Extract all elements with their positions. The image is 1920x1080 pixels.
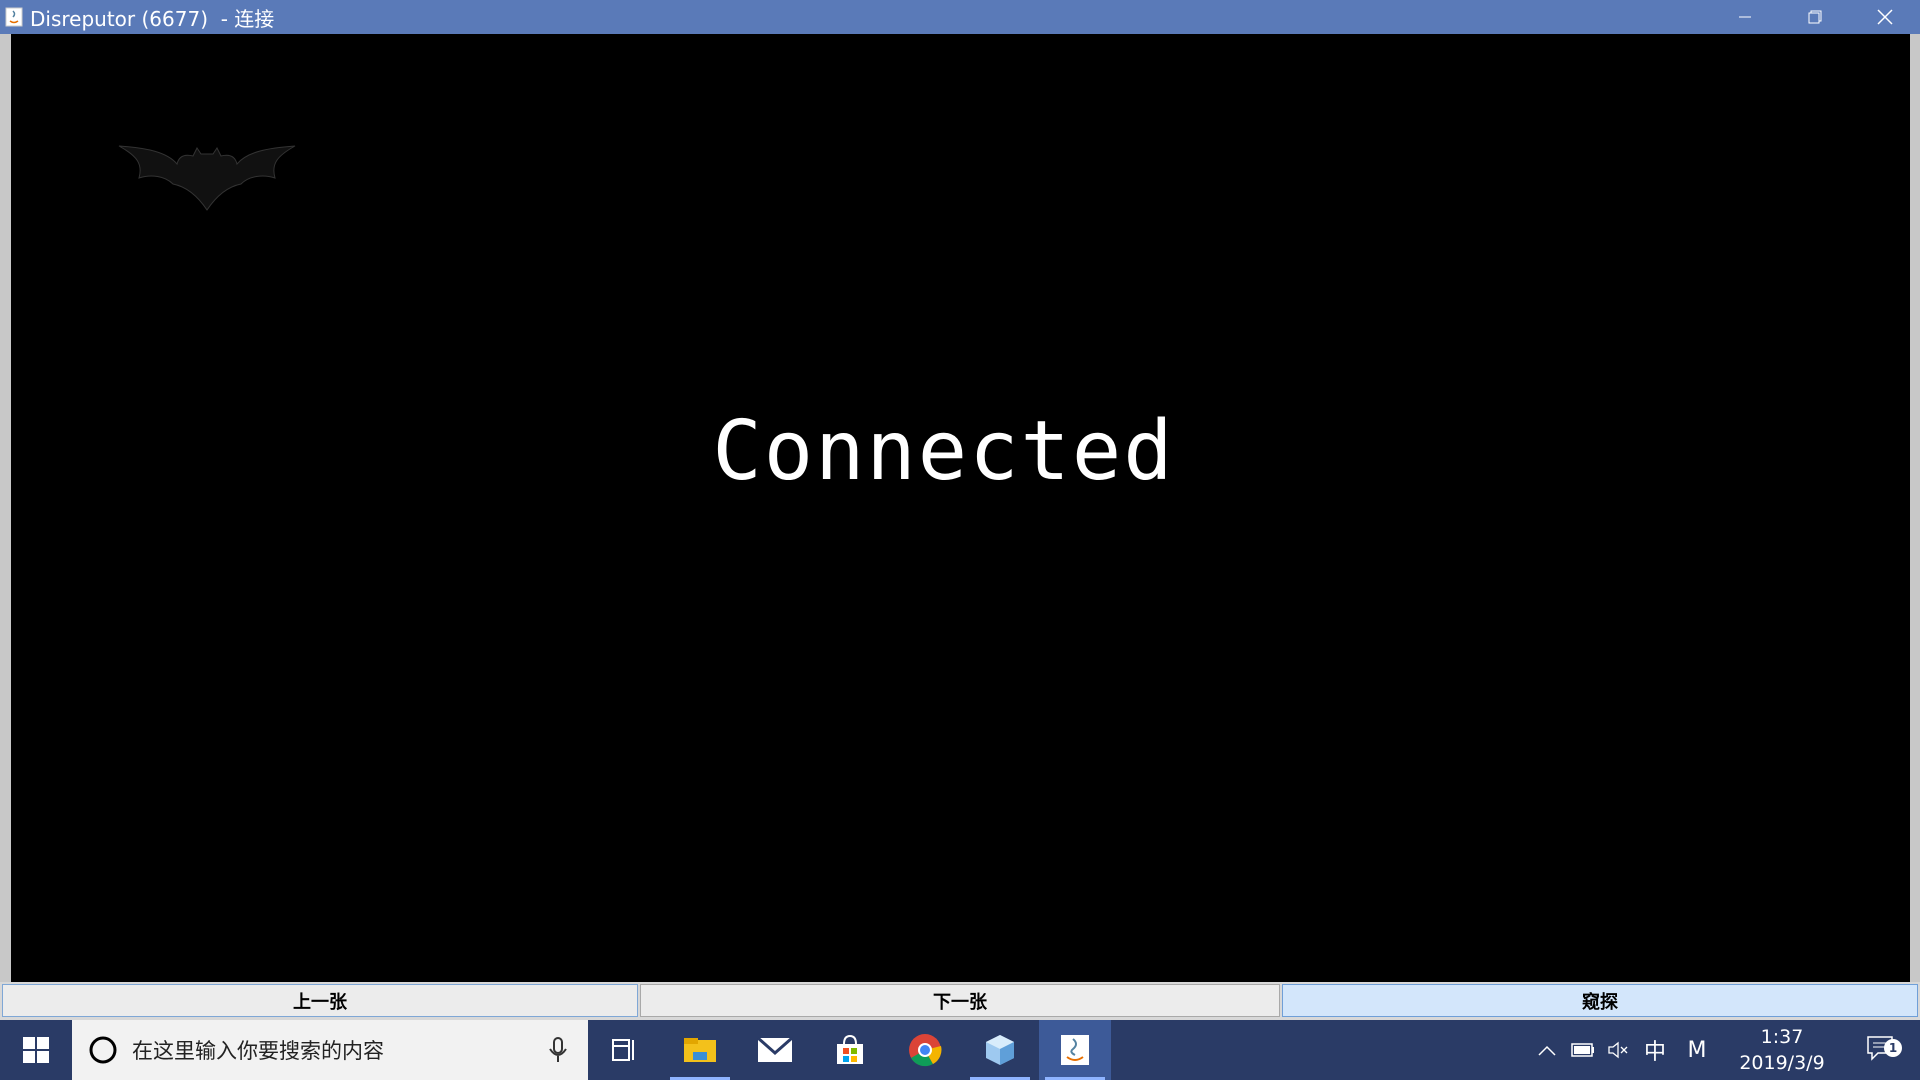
chrome-button[interactable] — [889, 1020, 961, 1080]
battery-icon — [1571, 1043, 1594, 1057]
previous-button[interactable]: 上一张 — [2, 984, 638, 1017]
window-border-left — [0, 34, 11, 982]
restore-icon — [1808, 10, 1822, 24]
mail-icon — [757, 1037, 793, 1062]
window-title: Disreputor (6677) - 连接 — [30, 6, 275, 31]
file-explorer-button[interactable] — [664, 1020, 736, 1080]
ime-language[interactable]: 中 — [1640, 1020, 1670, 1080]
minimize-icon — [1739, 16, 1751, 18]
next-button[interactable]: 下一张 — [640, 984, 1280, 1017]
bat-logo — [118, 145, 296, 211]
mail-button[interactable] — [739, 1020, 811, 1080]
store-button[interactable] — [814, 1020, 886, 1080]
ime-mode[interactable]: M — [1682, 1020, 1712, 1080]
microphone-icon[interactable] — [546, 1035, 570, 1065]
title-bar[interactable]: Disreputor (6677) - 连接 — [0, 0, 1920, 34]
task-view-icon — [612, 1039, 634, 1061]
start-button[interactable] — [0, 1020, 72, 1080]
3d-app-button[interactable] — [964, 1020, 1036, 1080]
volume-button[interactable] — [1604, 1020, 1634, 1080]
show-hidden-icons-button[interactable] — [1532, 1020, 1562, 1080]
remote-screen-canvas[interactable]: Connected — [11, 34, 1910, 982]
taskbar: 在这里输入你要搜索的内容 中 M 1:37 2019/3/9 1 — [0, 1020, 1920, 1080]
clock-time: 1:37 — [1760, 1026, 1804, 1048]
close-button[interactable] — [1850, 0, 1920, 34]
volume-muted-icon — [1608, 1041, 1628, 1059]
window-border-right — [1910, 34, 1920, 982]
notification-count-badge: 1 — [1884, 1039, 1902, 1057]
cortana-icon — [88, 1035, 118, 1065]
chevron-up-icon — [1538, 1045, 1556, 1056]
minimize-button[interactable] — [1710, 0, 1780, 34]
windows-icon — [23, 1037, 49, 1063]
notification-wrapper: 1 — [1866, 1035, 1902, 1065]
task-view-button[interactable] — [588, 1020, 660, 1080]
store-icon — [837, 1034, 863, 1064]
clock-date: 2019/3/9 — [1739, 1052, 1825, 1074]
chrome-icon — [909, 1034, 942, 1067]
clock[interactable]: 1:37 2019/3/9 — [1722, 1024, 1842, 1076]
peek-button[interactable]: 窥探 — [1282, 984, 1918, 1017]
java-app-icon — [4, 7, 24, 27]
3d-box-icon — [986, 1035, 1014, 1065]
close-icon — [1877, 9, 1893, 25]
action-center-button[interactable]: 1 — [1855, 1020, 1905, 1080]
navigation-buttons: 上一张 下一张 窥探 — [0, 982, 1920, 1020]
battery-button[interactable] — [1568, 1020, 1598, 1080]
connection-status: Connected — [712, 404, 1175, 499]
restore-button[interactable] — [1780, 0, 1850, 34]
taskbar-search[interactable]: 在这里输入你要搜索的内容 — [72, 1020, 588, 1080]
java-icon — [1061, 1035, 1089, 1065]
file-explorer-icon — [684, 1038, 716, 1062]
java-app-button[interactable] — [1039, 1020, 1111, 1080]
search-placeholder: 在这里输入你要搜索的内容 — [132, 1039, 384, 1063]
